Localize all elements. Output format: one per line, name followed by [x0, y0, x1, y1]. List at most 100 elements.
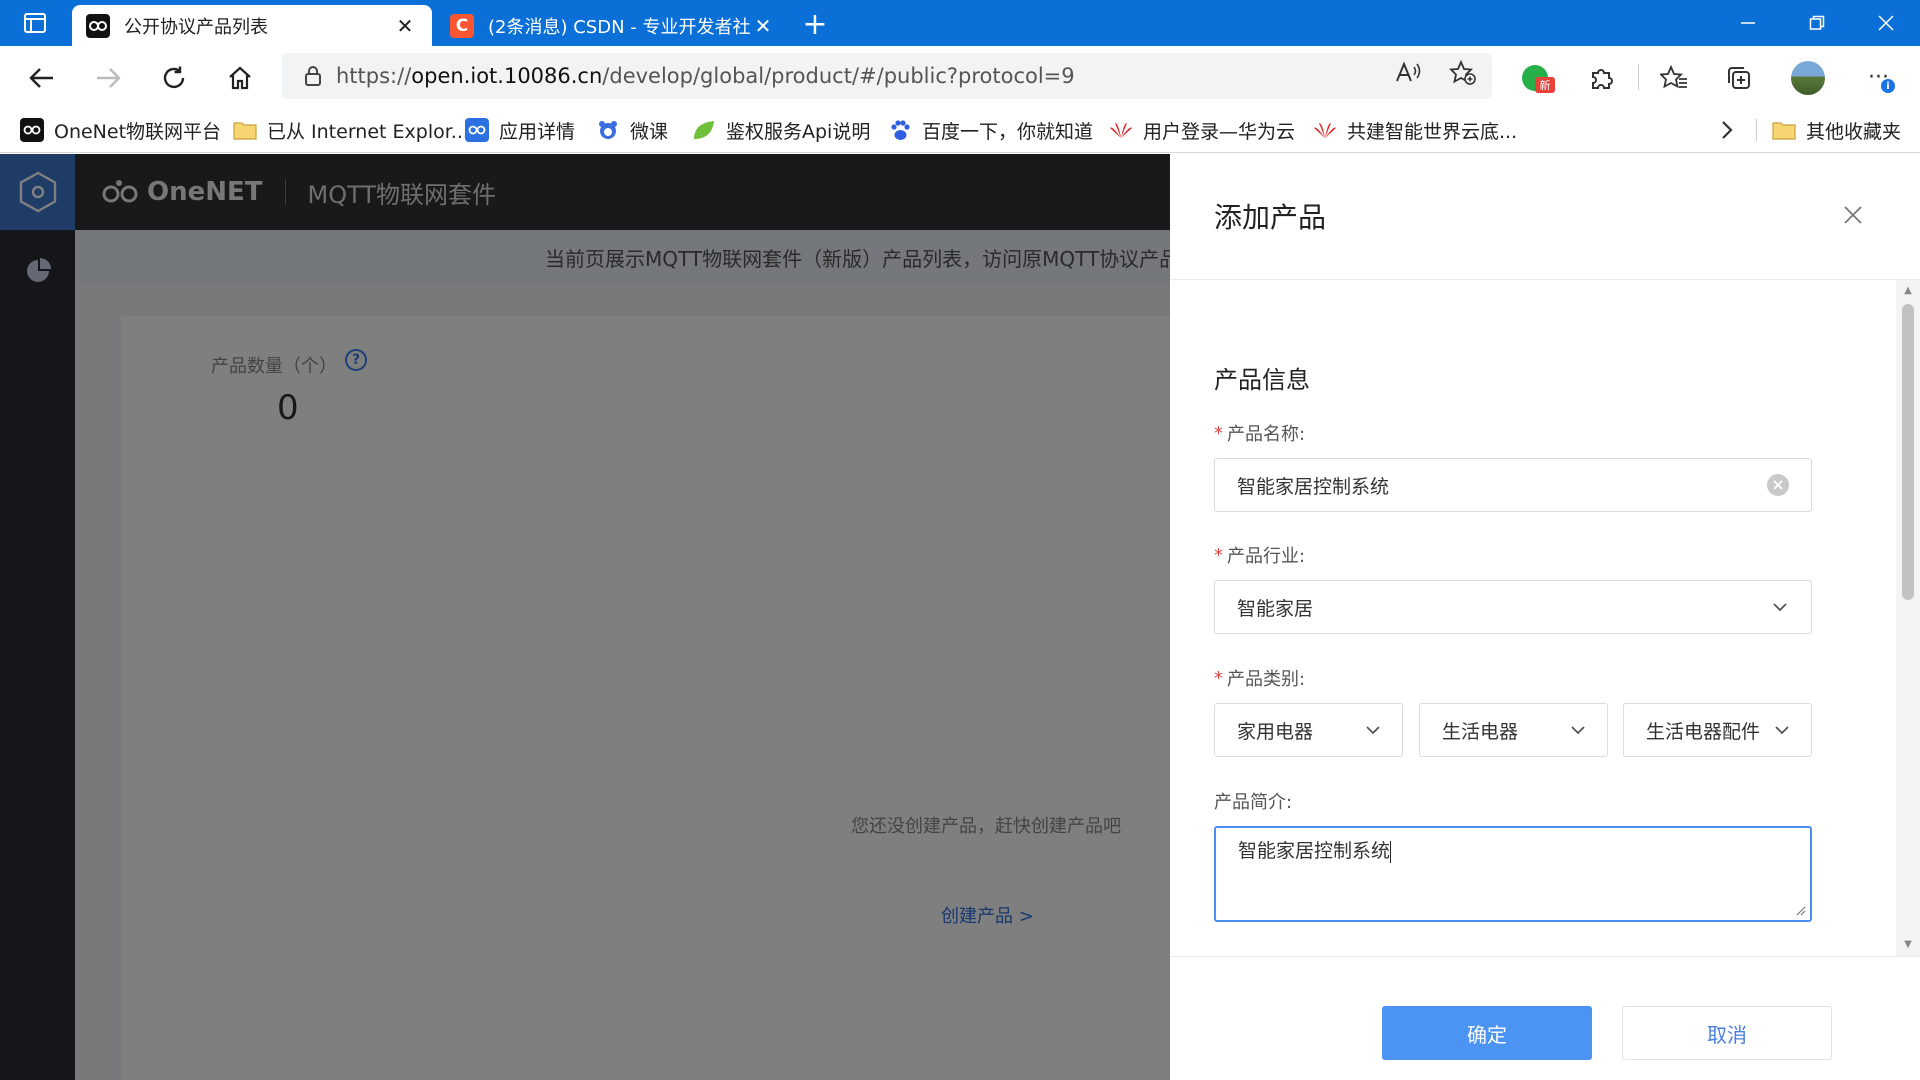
restore-button[interactable]: [1784, 0, 1850, 46]
product-intro-textarea[interactable]: 智能家居控制系统: [1214, 826, 1812, 922]
huawei-icon: [1109, 118, 1133, 142]
settings-more-button[interactable]: ··· i: [1860, 58, 1900, 98]
required-mark: *: [1214, 422, 1223, 444]
close-icon: [1844, 206, 1862, 224]
bookmark-baidu[interactable]: 百度一下，你就知道: [888, 107, 1093, 153]
product-name-value: 智能家居控制系统: [1237, 475, 1390, 498]
bookmarks-overflow-button[interactable]: [1720, 107, 1734, 153]
bookmark-ie-folder[interactable]: 已从 Internet Explor...: [233, 107, 469, 153]
refresh-button[interactable]: [154, 58, 194, 98]
new-tab-button[interactable]: +: [797, 7, 833, 42]
product-industry-select[interactable]: 智能家居: [1214, 580, 1812, 634]
add-favorite-button[interactable]: [1443, 53, 1483, 93]
section-title: 产品信息: [1214, 366, 1310, 394]
chevron-down-icon: [1569, 721, 1587, 739]
star-add-icon: [1449, 60, 1476, 85]
forward-arrow-icon: [97, 68, 121, 88]
url-text: https://open.iot.10086.cn/develop/global…: [336, 64, 1075, 88]
extension-wechat-button[interactable]: 新: [1517, 58, 1557, 98]
scroll-up-icon[interactable]: ▲: [1903, 286, 1913, 296]
bookmark-label: 用户登录—华为云: [1143, 120, 1296, 143]
tab-actions-button[interactable]: [16, 10, 54, 36]
read-aloud-button[interactable]: [1388, 53, 1428, 93]
chevron-right-icon: [1722, 121, 1733, 139]
scroll-down-icon[interactable]: ▼: [1903, 940, 1913, 950]
collections-button[interactable]: [1719, 58, 1759, 98]
onenet-favicon-icon: [86, 13, 110, 38]
close-window-button[interactable]: [1853, 0, 1919, 46]
bookmark-huawei-login[interactable]: 用户登录—华为云: [1109, 107, 1295, 153]
bookmark-label: 其他收藏夹: [1806, 120, 1902, 143]
onenet-icon: [465, 118, 489, 142]
drawer-close-button[interactable]: [1836, 198, 1870, 232]
bookmark-label: 应用详情: [499, 120, 576, 143]
label-text: 产品名称:: [1227, 424, 1306, 445]
url-path: /develop/global/product/#/public?protoco…: [602, 64, 1075, 88]
chevron-down-icon: [1364, 721, 1382, 739]
favorites-button[interactable]: [1654, 58, 1694, 98]
bookmark-label: 鉴权服务Api说明: [726, 120, 871, 143]
tab-close-icon[interactable]: ✕: [750, 13, 776, 39]
browser-tab-strip: 公开协议产品列表 ✕ C (2条消息) CSDN - 专业开发者社区 ✕ +: [0, 0, 1920, 46]
minimize-icon: [1741, 22, 1755, 24]
category-level3-select[interactable]: 生活电器配件: [1623, 703, 1812, 757]
bookmark-app-detail[interactable]: 应用详情: [465, 107, 575, 153]
bookmark-onenet[interactable]: OneNet物联网平台: [20, 107, 221, 153]
collections-icon: [1728, 67, 1750, 89]
label-text: 产品行业:: [1227, 546, 1306, 567]
url-prefix: https://: [336, 64, 412, 88]
home-button[interactable]: [220, 58, 260, 98]
folder-icon: [1772, 118, 1796, 142]
product-industry-label: * 产品行业:: [1214, 542, 1305, 568]
drawer-scrollbar[interactable]: ▲ ▼: [1896, 280, 1920, 956]
tab-onenet[interactable]: 公开协议产品列表 ✕: [72, 5, 432, 46]
drawer-footer: 确定 取消: [1170, 956, 1920, 1080]
browser-toolbar: https://open.iot.10086.cn/develop/global…: [0, 46, 1920, 107]
bookmark-auth-api[interactable]: 鉴权服务Api说明: [692, 107, 870, 153]
wechat-extension-icon: 新: [1522, 63, 1555, 93]
lock-icon: [290, 53, 336, 99]
bookmark-other-favorites[interactable]: 其他收藏夹: [1772, 107, 1901, 153]
category-level2-select[interactable]: 生活电器: [1419, 703, 1608, 757]
bookmark-label: 共建智能世界云底...: [1347, 120, 1518, 143]
product-category-label: * 产品类别:: [1214, 665, 1305, 691]
forward-button[interactable]: [88, 58, 128, 98]
read-aloud-icon: [1396, 61, 1421, 82]
drawer-title: 添加产品: [1214, 201, 1327, 234]
product-name-input[interactable]: 智能家居控制系统: [1214, 458, 1812, 512]
minimize-button[interactable]: [1715, 0, 1781, 46]
address-bar[interactable]: https://open.iot.10086.cn/develop/global…: [282, 53, 1492, 99]
drawer-body: 产品信息 * 产品名称: 智能家居控制系统 * 产品行业: 智能家居 * 产品类…: [1170, 280, 1900, 956]
restore-icon: [1809, 15, 1825, 30]
product-name-label: * 产品名称:: [1214, 420, 1305, 446]
refresh-icon: [163, 66, 185, 89]
favorites-icon: [1660, 65, 1687, 89]
product-industry-value: 智能家居: [1237, 597, 1314, 620]
toolbar-divider: [1638, 64, 1639, 90]
back-button[interactable]: [22, 58, 62, 98]
resize-handle-icon[interactable]: [1794, 904, 1806, 916]
bookmark-huawei-cloud[interactable]: 共建智能世界云底...: [1313, 107, 1517, 153]
new-badge: 新: [1535, 77, 1555, 93]
onenet-icon: [20, 118, 44, 142]
profile-button[interactable]: [1788, 58, 1828, 98]
home-icon: [229, 66, 251, 90]
clear-input-icon[interactable]: [1767, 474, 1789, 496]
extensions-button[interactable]: [1582, 58, 1622, 98]
bookmark-label: 微课: [630, 120, 669, 143]
category-level1-select[interactable]: 家用电器: [1214, 703, 1403, 757]
scrollbar-thumb[interactable]: [1902, 304, 1914, 600]
tab-title: (2条消息) CSDN - 专业开发者社区: [488, 16, 750, 38]
confirm-button[interactable]: 确定: [1382, 1006, 1592, 1060]
product-intro-label: 产品简介:: [1214, 788, 1292, 814]
cancel-button[interactable]: 取消: [1622, 1006, 1832, 1060]
baidu-icon: [888, 118, 912, 142]
leaf-icon: [692, 118, 716, 142]
required-mark: *: [1214, 667, 1223, 689]
close-icon: [1878, 15, 1894, 31]
label-text: 产品类别:: [1227, 669, 1306, 690]
tab-close-icon[interactable]: ✕: [392, 13, 418, 39]
bookmark-weike[interactable]: 微课: [596, 107, 668, 153]
csdn-favicon-icon: C: [450, 13, 474, 38]
tab-csdn[interactable]: C (2条消息) CSDN - 专业开发者社区 ✕: [436, 5, 790, 46]
